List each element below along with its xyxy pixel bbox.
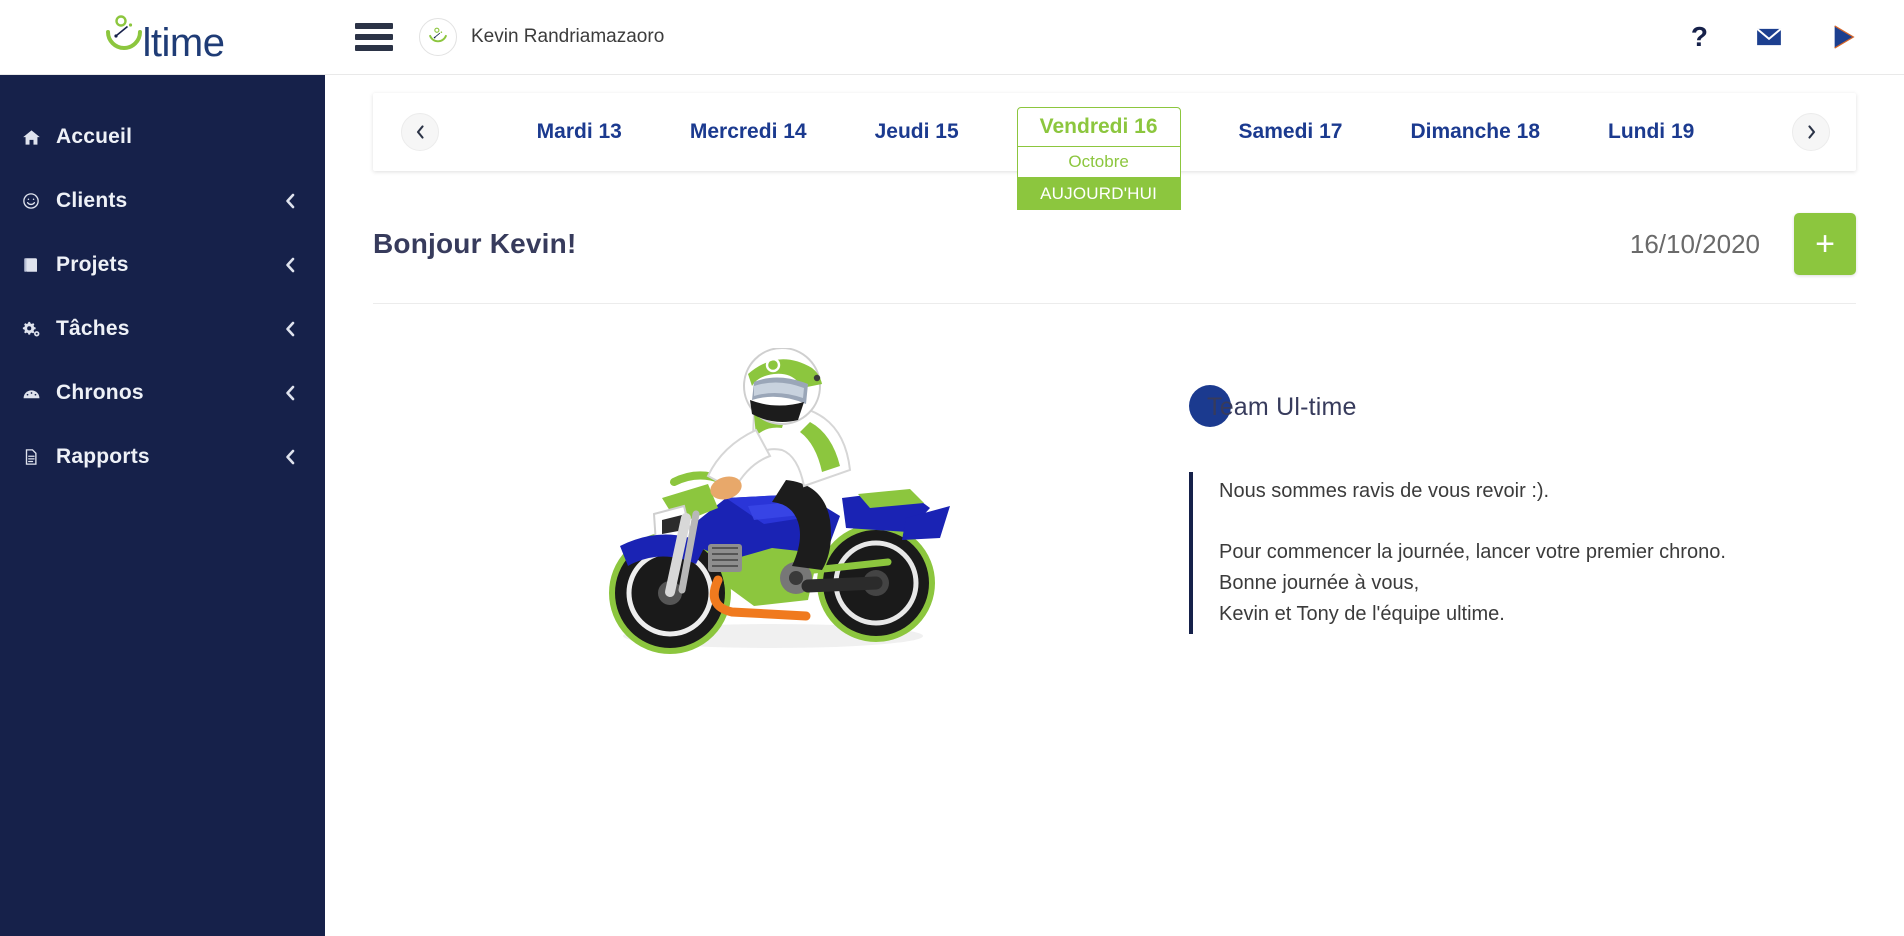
add-button[interactable]: +: [1794, 213, 1856, 275]
smiley-icon: [22, 192, 56, 210]
team-title: Team Ul-time: [1207, 392, 1357, 421]
sidebar-item-accueil[interactable]: Accueil: [0, 105, 325, 169]
chevron-left-icon: [284, 256, 297, 274]
document-icon: [22, 448, 56, 466]
welcome-message: Nous sommes ravis de vous revoir :). Pou…: [1189, 472, 1856, 634]
mail-icon[interactable]: [1754, 22, 1784, 52]
sidebar-item-clients[interactable]: Clients: [0, 169, 325, 233]
content-area: Mardi 13 Mercredi 14 Jeudi 15 Vendredi 1…: [325, 75, 1904, 936]
topbar: Kevin Randriamazaoro ?: [325, 0, 1904, 75]
sidebar-item-label: Chronos: [56, 381, 144, 404]
day-tab[interactable]: Mardi 13: [503, 93, 656, 171]
selected-day-label: Vendredi 16: [1016, 107, 1181, 147]
sidebar-item-label: Accueil: [56, 125, 133, 148]
book-icon: [22, 256, 56, 274]
dashboard-panels: Team Ul-time Nous sommes ravis de vous r…: [373, 332, 1856, 663]
day-tab[interactable]: Dimanche 18: [1376, 93, 1574, 171]
message-line: Bonne journée à vous,: [1219, 572, 1420, 594]
sidebar-item-label: Clients: [56, 189, 128, 212]
user-name: Kevin Randriamazaoro: [471, 26, 665, 47]
sidebar-item-chronos[interactable]: Chronos: [0, 361, 325, 425]
sidebar: ltime Accueil Clients Projets Tâches Chr…: [0, 0, 325, 936]
day-tab[interactable]: Jeudi 15: [841, 93, 993, 171]
sidebar-logo[interactable]: ltime: [0, 0, 325, 75]
prev-week-button[interactable]: [401, 113, 439, 151]
sidebar-item-projets[interactable]: Projets: [0, 233, 325, 297]
ultime-logo-icon: [101, 12, 147, 63]
day-tab[interactable]: Mercredi 14: [656, 93, 841, 171]
message-line: Nous sommes ravis de vous revoir :).: [1219, 480, 1550, 502]
sidebar-item-label: Rapports: [56, 445, 150, 468]
app-root: ltime Accueil Clients Projets Tâches Chr…: [0, 0, 1904, 936]
sidebar-item-rapports[interactable]: Rapports: [0, 425, 325, 489]
day-navigation-card: Mardi 13 Mercredi 14 Jeudi 15 Vendredi 1…: [373, 93, 1856, 210]
day-tab[interactable]: Lundi 19: [1574, 93, 1728, 171]
gears-icon: [22, 320, 56, 339]
message-line: Pour commencer la journée, lancer votre …: [1219, 541, 1726, 563]
add-button-label: +: [1815, 225, 1835, 263]
day-tabs: Mardi 13 Mercredi 14 Jeudi 15 Vendredi 1…: [439, 93, 1792, 210]
sidebar-nav: Accueil Clients Projets Tâches Chronos R…: [0, 75, 325, 489]
motorcycle-rider-illustration: [558, 347, 988, 663]
send-icon[interactable]: [1830, 23, 1858, 51]
sidebar-item-label: Projets: [56, 253, 129, 276]
help-icon[interactable]: ?: [1691, 23, 1708, 51]
hamburger-menu-icon[interactable]: [355, 23, 393, 51]
day-tab-selected[interactable]: Vendredi 16 Octobre AUJOURD'HUI: [1011, 93, 1187, 210]
greeting-row: Bonjour Kevin! 16/10/2020 +: [373, 213, 1856, 304]
main-area: Kevin Randriamazaoro ? Mardi 13 Mercredi…: [325, 0, 1904, 936]
message-line: Kevin et Tony de l'équipe ultime.: [1219, 603, 1505, 625]
home-icon: [22, 128, 56, 147]
team-header: Team Ul-time: [1189, 382, 1856, 432]
topbar-icons: ?: [1691, 22, 1880, 52]
page-title: Bonjour Kevin!: [373, 228, 577, 259]
message-panel: Team Ul-time Nous sommes ravis de vous r…: [1173, 332, 1856, 663]
next-week-button[interactable]: [1792, 113, 1830, 151]
selected-month-label: Octobre: [1016, 147, 1181, 178]
current-date: 16/10/2020: [1629, 228, 1760, 259]
illustration-panel: [373, 332, 1173, 663]
speedometer-icon: [22, 384, 56, 403]
chevron-left-icon: [284, 384, 297, 402]
chevron-left-icon: [284, 320, 297, 338]
sidebar-item-taches[interactable]: Tâches: [0, 297, 325, 361]
chevron-left-icon: [284, 192, 297, 210]
today-badge: AUJOURD'HUI: [1016, 178, 1181, 210]
sidebar-item-label: Tâches: [56, 317, 130, 340]
avatar[interactable]: [419, 18, 457, 56]
chevron-left-icon: [284, 448, 297, 466]
day-tab[interactable]: Samedi 17: [1205, 93, 1377, 171]
brand-name: ltime: [142, 20, 225, 65]
